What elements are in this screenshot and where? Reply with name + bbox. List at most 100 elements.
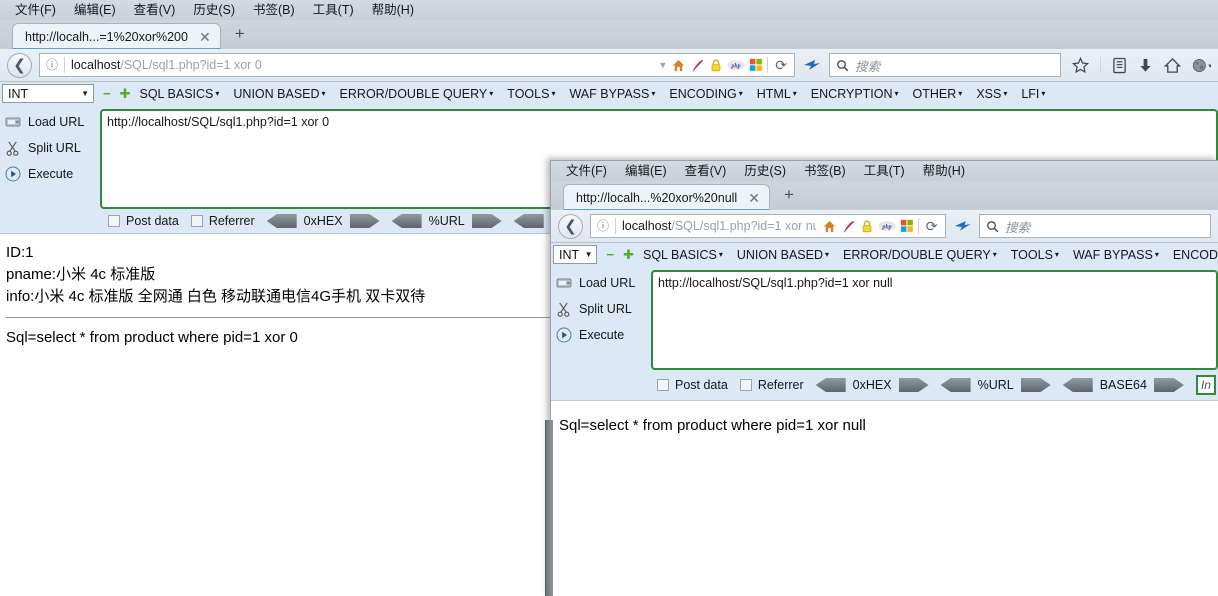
page-info-icon[interactable]: ⓘ — [46, 57, 66, 73]
encode-arrow-icon[interactable] — [898, 378, 929, 392]
menu-item-view[interactable]: 查看(V) — [676, 162, 736, 180]
referrer-checkbox[interactable]: Referrer — [190, 214, 255, 228]
address-bar-1[interactable]: ⓘ localhost/SQL/sql1.php?id=1 xor 0 ▼ ph… — [39, 53, 795, 77]
menu-item-history[interactable]: 历史(S) — [184, 1, 244, 19]
hb-menu-union-based[interactable]: UNION BASED — [233, 87, 325, 101]
add-button[interactable]: ✚ — [120, 87, 131, 100]
type-select-2[interactable]: INT ▼ — [553, 245, 598, 264]
split-url-button[interactable]: Split URL — [555, 296, 651, 322]
post-data-checkbox[interactable]: Post data — [657, 378, 728, 392]
hackbar-body-2: Load URL Split URL Execute http://localh… — [551, 266, 1218, 370]
load-url-button[interactable]: Load URL — [4, 109, 100, 135]
windows-logo-icon[interactable] — [900, 219, 914, 233]
close-icon[interactable]: ✕ — [745, 191, 763, 205]
referrer-checkbox[interactable]: Referrer — [739, 378, 804, 392]
home-icon[interactable] — [671, 58, 686, 73]
remove-button[interactable]: − — [103, 87, 111, 100]
account-avatar-icon[interactable]: ▾ — [1192, 57, 1211, 74]
page-scrollbar-thumb-1[interactable] — [545, 420, 553, 596]
new-tab-button[interactable]: + — [770, 185, 804, 207]
home-icon[interactable] — [1164, 57, 1181, 74]
chevron-down-icon: ▼ — [81, 89, 89, 98]
type-select-1[interactable]: INT ▼ — [2, 84, 94, 103]
encode-arrow-icon[interactable] — [1020, 378, 1051, 392]
search-box-1[interactable]: 搜索 — [829, 53, 1061, 77]
menu-item-edit[interactable]: 编辑(E) — [65, 1, 125, 19]
hb-menu-sql-basics[interactable]: SQL BASICS — [140, 87, 220, 101]
menu-item-tools[interactable]: 工具(T) — [304, 1, 363, 19]
hb-menu-xss[interactable]: XSS — [976, 87, 1007, 101]
post-data-label: Post data — [126, 214, 179, 228]
bookmark-star-icon[interactable] — [1072, 56, 1089, 74]
post-data-checkbox[interactable]: Post data — [108, 214, 179, 228]
hb-menu-encoding-clipped[interactable]: ENCOD — [1173, 248, 1218, 262]
search-box-2[interactable]: 搜索 — [979, 214, 1211, 238]
hb-menu-other[interactable]: OTHER — [913, 87, 963, 101]
menu-item-edit[interactable]: 编辑(E) — [616, 162, 676, 180]
menu-item-bookmarks[interactable]: 书签(B) — [795, 162, 855, 180]
hb-menu-html[interactable]: HTML — [757, 87, 797, 101]
hb-menu-encryption[interactable]: ENCRYPTION — [811, 87, 899, 101]
hackbar-toggle-icon[interactable] — [953, 217, 972, 235]
menu-item-bookmarks[interactable]: 书签(B) — [244, 1, 304, 19]
hb-menu-waf-bypass[interactable]: WAF BYPASS — [569, 87, 655, 101]
remove-button[interactable]: − — [606, 248, 614, 261]
home-icon[interactable] — [822, 219, 837, 234]
load-url-button[interactable]: Load URL — [555, 270, 651, 296]
encode-arrow-icon[interactable] — [1153, 378, 1184, 392]
hb-menu-lfi[interactable]: LFI — [1021, 87, 1045, 101]
encode-arrow-icon[interactable] — [349, 214, 380, 228]
hb-menu-union-based[interactable]: UNION BASED — [737, 248, 829, 262]
browser-tab-2[interactable]: http://localh...%20xor%20null ✕ — [563, 184, 770, 210]
hb-menu-error-double-query[interactable]: ERROR/DOUBLE QUERY — [843, 248, 997, 262]
hb-menu-waf-bypass[interactable]: WAF BYPASS — [1073, 248, 1159, 262]
feather-pen-icon[interactable] — [690, 58, 705, 73]
php-icon[interactable]: php — [878, 220, 896, 232]
menu-item-tools[interactable]: 工具(T) — [855, 162, 914, 180]
hb-menu-encoding[interactable]: ENCODING — [669, 87, 742, 101]
decode-arrow-icon[interactable] — [513, 214, 544, 228]
add-button[interactable]: ✚ — [623, 248, 634, 261]
address-host: localhost — [622, 219, 672, 233]
reload-icon[interactable]: ⟳ — [772, 57, 790, 74]
decode-arrow-icon[interactable] — [940, 378, 971, 392]
hb-menu-tools[interactable]: TOOLS — [1011, 248, 1059, 262]
chevron-down-icon[interactable]: ▼ — [658, 60, 667, 70]
decode-arrow-icon[interactable] — [391, 214, 422, 228]
reload-icon[interactable]: ⟳ — [923, 218, 941, 235]
menu-item-file[interactable]: 文件(F) — [6, 1, 65, 19]
hackbar-url-textarea-2[interactable]: http://localhost/SQL/sql1.php?id=1 xor n… — [651, 270, 1218, 370]
close-icon[interactable]: ✕ — [196, 30, 214, 44]
library-icon[interactable] — [1112, 57, 1127, 74]
menu-item-file[interactable]: 文件(F) — [557, 162, 616, 180]
hackbar-extra-input[interactable]: In — [1195, 375, 1216, 395]
decode-arrow-icon[interactable] — [1062, 378, 1093, 392]
lock-icon[interactable] — [709, 58, 723, 73]
decode-arrow-icon[interactable] — [266, 214, 297, 228]
browser-tab-1[interactable]: http://localh...=1%20xor%200 ✕ — [12, 23, 221, 49]
page-info-icon[interactable]: ⓘ — [597, 218, 617, 234]
address-bar-2[interactable]: ⓘ localhost/SQL/sql1.php?id=1 xor null p… — [590, 214, 946, 238]
hackbar-actions-1: Load URL Split URL Execute — [0, 109, 100, 209]
menu-item-history[interactable]: 历史(S) — [735, 162, 795, 180]
hb-menu-tools[interactable]: TOOLS — [507, 87, 555, 101]
back-button[interactable]: ❮ — [7, 52, 32, 78]
new-tab-button[interactable]: + — [221, 24, 255, 46]
lock-icon[interactable] — [860, 219, 874, 234]
encode-arrow-icon[interactable] — [471, 214, 502, 228]
download-icon[interactable] — [1138, 57, 1153, 74]
back-button[interactable]: ❮ — [558, 213, 583, 239]
execute-button[interactable]: Execute — [4, 161, 100, 187]
hb-menu-sql-basics[interactable]: SQL BASICS — [643, 248, 723, 262]
windows-logo-icon[interactable] — [749, 58, 763, 72]
php-icon[interactable]: php — [727, 59, 745, 71]
menu-item-help[interactable]: 帮助(H) — [914, 162, 974, 180]
execute-button[interactable]: Execute — [555, 322, 651, 348]
menu-item-view[interactable]: 查看(V) — [125, 1, 185, 19]
feather-pen-icon[interactable] — [841, 219, 856, 234]
menu-item-help[interactable]: 帮助(H) — [363, 1, 423, 19]
hackbar-toggle-icon[interactable] — [802, 56, 822, 74]
decode-arrow-icon[interactable] — [815, 378, 846, 392]
split-url-button[interactable]: Split URL — [4, 135, 100, 161]
hb-menu-error-double-query[interactable]: ERROR/DOUBLE QUERY — [340, 87, 494, 101]
